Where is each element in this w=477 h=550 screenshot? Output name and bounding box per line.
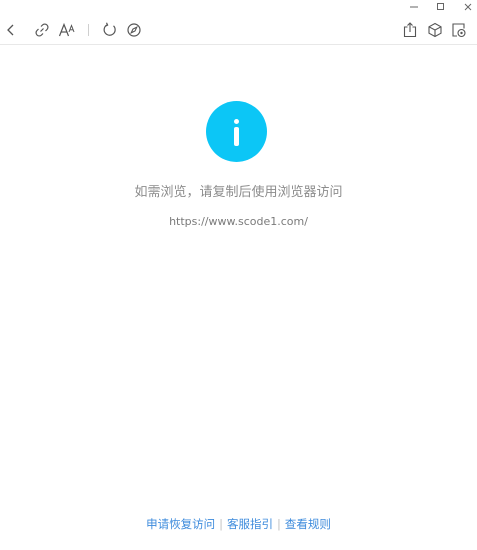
footer-links: 申请恢复访问 | 客服指引 | 查看规则	[0, 516, 477, 532]
back-icon	[7, 24, 14, 36]
view-rules-link[interactable]: 查看规则	[285, 517, 331, 531]
share-button[interactable]	[401, 21, 419, 39]
toolbar-separator	[88, 24, 89, 36]
info-icon	[206, 101, 267, 162]
footer-separator: |	[219, 517, 223, 531]
maximize-icon	[437, 3, 444, 10]
open-in-browser-button[interactable]	[125, 21, 143, 39]
compass-icon	[127, 23, 141, 37]
share-icon	[403, 22, 417, 38]
info-icon-stem	[234, 127, 239, 146]
screen-record-icon	[452, 23, 466, 38]
cube-icon	[428, 22, 442, 38]
browser-window: 如需浏览，请复制后使用浏览器访问 https://www.scode1.com/…	[0, 0, 477, 550]
copy-link-button[interactable]	[33, 21, 51, 39]
minimize-icon	[410, 6, 418, 8]
notice-message: 如需浏览，请复制后使用浏览器访问	[134, 185, 343, 200]
close-button[interactable]	[459, 0, 477, 14]
request-restore-access-link[interactable]: 申请恢复访问	[146, 517, 215, 531]
screen-record-button[interactable]	[450, 21, 468, 39]
close-icon	[464, 3, 472, 11]
link-icon	[35, 23, 49, 37]
toolbar	[0, 16, 477, 45]
title-bar	[0, 0, 477, 14]
info-icon-dot	[234, 119, 239, 124]
refresh-icon	[103, 22, 116, 36]
refresh-button[interactable]	[101, 21, 119, 39]
maximize-button[interactable]	[432, 0, 450, 14]
font-size-button[interactable]	[57, 21, 77, 39]
mini-program-button[interactable]	[426, 21, 444, 39]
blocked-url[interactable]: https://www.scode1.com/	[0, 214, 477, 230]
customer-service-guide-link[interactable]: 客服指引	[227, 517, 273, 531]
minimize-button[interactable]	[405, 0, 423, 14]
back-button[interactable]	[2, 21, 20, 39]
footer-separator: |	[277, 517, 281, 531]
font-size-icon	[58, 22, 75, 37]
